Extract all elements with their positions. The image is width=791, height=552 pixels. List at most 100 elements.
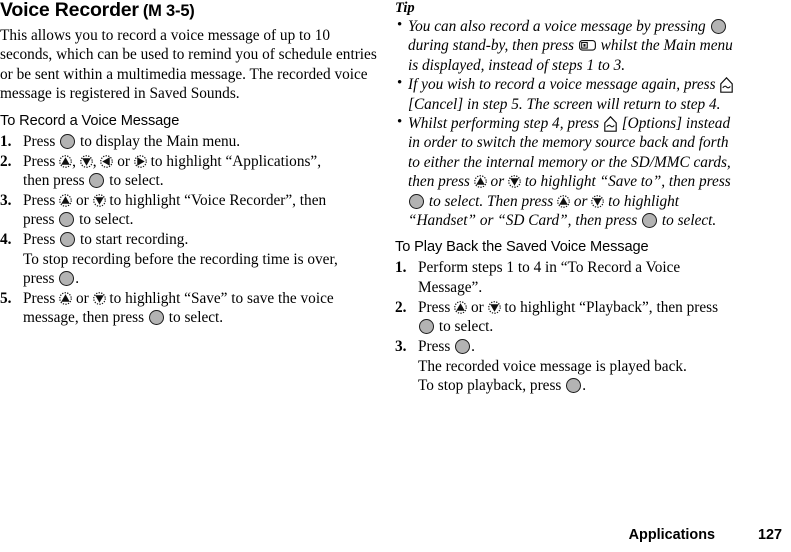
step-text: Press	[23, 152, 56, 170]
manual-page: Voice Recorder (M 3-5) This allows you to…	[0, 0, 791, 552]
step-number: 5.	[0, 289, 12, 307]
tip-continuation: in order to switch the memory source bac…	[408, 133, 779, 152]
step-text: message, then press	[23, 309, 145, 327]
tip-text: to select.	[661, 212, 717, 230]
step-continuation: to select.	[418, 317, 779, 336]
center-select-key-icon	[60, 133, 76, 149]
step-punct: .	[75, 269, 80, 287]
tip-continuation: then press or to highlight “Save to”, th…	[408, 172, 779, 191]
step-text: then press	[23, 171, 85, 189]
left-column: Voice Recorder (M 3-5) This allows you to…	[0, 0, 395, 520]
list-item: 4. Press to start recording. To stop rec…	[0, 230, 383, 288]
bullet-marker: •	[397, 75, 403, 92]
center-select-key-icon	[642, 213, 658, 229]
camera-key-icon	[578, 40, 596, 52]
list-item: 5. Press or to highlight “Save” to save …	[0, 289, 383, 328]
bullet-marker: •	[397, 114, 403, 131]
navigation-down-key-icon	[487, 300, 501, 314]
step-text: to select.	[79, 211, 134, 229]
step-continuation: Message”.	[418, 278, 779, 297]
tip-text: to highlight	[608, 192, 680, 210]
step-punct: ,	[72, 152, 76, 170]
tip-continuation: to select. Then press or to highlight	[408, 192, 779, 211]
tip-text: is displayed, instead of steps 1 to 3.	[408, 56, 626, 74]
step-punct: .	[582, 376, 587, 394]
center-select-key-icon	[455, 339, 471, 355]
bullet-marker: •	[397, 17, 403, 33]
step-number: 4.	[0, 231, 12, 249]
list-item: • You can also record a voice message by…	[395, 17, 779, 75]
step-text: Perform steps 1 to 4 in “To Record a Voi…	[418, 259, 681, 277]
step-number: 1.	[0, 132, 12, 150]
right-column: Tip • You can also record a voice messag…	[395, 0, 791, 520]
list-item: 3. Press . The recorded voice message is…	[395, 337, 779, 395]
step-number: 2.	[0, 152, 12, 170]
tip-text: [Cancel] in step 5. The screen will retu…	[408, 95, 721, 113]
step-text: to select.	[109, 171, 164, 189]
list-item: 1. Perform steps 1 to 4 in “To Record a …	[395, 258, 779, 297]
tip-heading: Tip	[395, 0, 415, 16]
step-continuation: To stop playback, press .	[418, 376, 779, 395]
navigation-up-key-icon	[59, 193, 72, 207]
section-heading-record: To Record a Voice Message	[0, 112, 180, 129]
step-text: to select.	[168, 309, 224, 327]
step-text: Press	[23, 289, 56, 307]
step-text: or	[117, 152, 131, 170]
step-continuation: then press to select.	[23, 171, 383, 190]
tip-text: to either the internal memory or the SD/…	[408, 153, 731, 171]
step-number: 1.	[395, 259, 407, 277]
tip-text: whilst the Main menu	[600, 37, 733, 55]
step-continuation: press .	[23, 269, 383, 288]
tip-continuation: [Cancel] in step 5. The screen will retu…	[408, 95, 779, 114]
step-number: 2.	[395, 298, 407, 316]
tip-text: during stand-by, then press	[408, 37, 574, 55]
center-select-key-icon	[710, 19, 726, 34]
step-text: or	[75, 289, 89, 307]
tip-text: to select. Then press	[428, 192, 554, 210]
tip-continuation: is displayed, instead of steps 1 to 3.	[408, 56, 779, 75]
step-punct: .	[471, 338, 475, 356]
list-item: 1. Press to display the Main menu.	[0, 132, 383, 151]
tip-continuation: “Handset” or “SD Card”, then press to se…	[408, 211, 779, 230]
step-text: To stop playback, press	[418, 376, 562, 394]
center-select-key-icon	[148, 310, 164, 326]
step-text: Press	[418, 298, 451, 316]
tip-text: If you wish to record a voice message ag…	[408, 76, 716, 94]
step-text: to highlight “Applications”,	[150, 152, 322, 170]
navigation-up-key-icon	[473, 175, 487, 189]
list-item: • If you wish to record a voice message …	[395, 75, 779, 114]
step-continuation: To stop recording before the recording t…	[23, 250, 383, 269]
record-steps-list: 1. Press to display the Main menu. 2. Pr…	[0, 132, 383, 328]
navigation-down-key-icon	[79, 154, 93, 168]
center-select-key-icon	[419, 319, 434, 335]
step-text: Press	[23, 132, 56, 150]
step-text: The recorded voice message is played bac…	[418, 357, 687, 375]
left-soft-key-icon	[720, 77, 734, 94]
page-title-text: Voice Recorder	[0, 0, 139, 21]
step-continuation: press to select.	[23, 210, 383, 229]
step-text: Press	[418, 338, 451, 356]
navigation-left-key-icon	[100, 154, 114, 168]
step-text: to highlight “Playback”, then press	[504, 298, 719, 316]
center-select-key-icon	[89, 172, 105, 188]
navigation-up-key-icon	[557, 194, 570, 208]
left-soft-key-icon	[604, 116, 617, 132]
step-text: to start recording.	[79, 231, 189, 249]
intro-paragraph: This allows you to record a voice messag…	[0, 27, 377, 103]
step-continuation: message, then press to select.	[23, 308, 383, 327]
tip-text: then press	[408, 173, 470, 191]
navigation-down-key-icon	[92, 193, 106, 207]
list-item: 2. Press or to highlight “Playback”, the…	[395, 298, 779, 337]
step-text: To stop recording before the recording t…	[23, 250, 338, 268]
page-title-menu-code: (M 3-5)	[142, 2, 195, 20]
playback-steps-list: 1. Perform steps 1 to 4 in “To Record a …	[395, 258, 779, 395]
navigation-down-key-icon	[92, 292, 106, 305]
footer-chapter-name: Applications	[628, 527, 715, 543]
navigation-up-key-icon	[454, 300, 467, 314]
step-continuation: The recorded voice message is played bac…	[418, 357, 779, 376]
step-text: Press	[23, 191, 56, 209]
navigation-right-key-icon	[133, 154, 147, 168]
center-select-key-icon	[59, 212, 75, 228]
step-text: press	[23, 269, 55, 287]
step-text: to display the Main menu.	[79, 132, 241, 150]
